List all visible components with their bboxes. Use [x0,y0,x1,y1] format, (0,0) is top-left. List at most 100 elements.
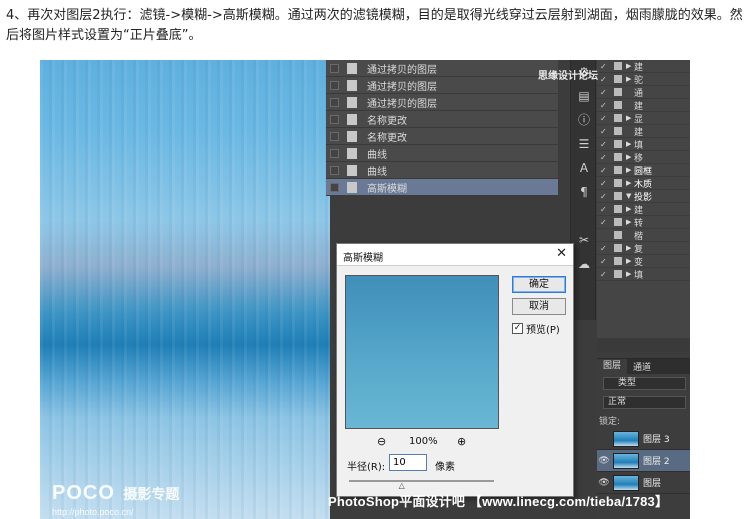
check-icon[interactable]: ✓ [600,257,610,266]
history-item[interactable]: 通过拷贝的图层 [326,60,558,77]
ok-button[interactable]: 确定 [512,276,566,293]
check-icon[interactable]: ✓ [600,244,610,253]
toggle-icon[interactable] [614,62,622,70]
toggle-icon[interactable] [614,127,622,135]
paragraph-icon[interactable]: ¶ [571,180,597,204]
history-checkbox[interactable] [330,165,339,175]
expand-triangle-icon[interactable]: ▶ [626,205,634,213]
history-item-selected[interactable]: 高斯模糊 [326,179,558,196]
toggle-icon[interactable] [614,75,622,83]
tab-channels[interactable]: 通道 [627,360,657,373]
history-checkbox[interactable] [330,97,339,107]
action-row[interactable]: ✓ ▶ 驼 [597,73,690,86]
check-icon[interactable]: ✓ [600,140,610,149]
check-icon[interactable]: ✓ [600,75,610,84]
history-checkbox[interactable] [330,148,339,158]
preview-checkbox[interactable]: ✓ 预览(P) [512,321,560,336]
radius-slider-track[interactable] [349,480,494,482]
toggle-icon[interactable] [614,88,622,96]
blur-preview[interactable] [345,275,499,429]
tools-icon[interactable]: ✂ [571,228,597,252]
action-row[interactable]: ✓ ▶ 复 [597,242,690,255]
action-row[interactable]: ✓ 通 [597,86,690,99]
action-row[interactable]: ✓ ▶ 圆框 [597,164,690,177]
check-icon[interactable]: ✓ [600,218,610,227]
kind-filter-select[interactable]: 类型 [603,377,686,390]
action-row[interactable]: ✓ ▼ 投影 [597,190,690,203]
blend-mode-select[interactable]: 正常 [603,396,686,409]
action-row[interactable]: ✓ ▶ 填 [597,138,690,151]
history-checkbox[interactable] [330,114,339,124]
properties-icon[interactable]: ☰ [571,132,597,156]
action-row[interactable]: 楷 [597,229,690,242]
character-icon[interactable]: A [571,156,597,180]
action-row[interactable]: ✓ ▶ 木质 [597,177,690,190]
toggle-icon[interactable] [614,192,622,200]
toggle-icon[interactable] [614,231,622,239]
layer-row-selected[interactable]: 👁 图层 2 [597,450,690,472]
check-icon[interactable]: ✓ [600,62,610,71]
toggle-icon[interactable] [614,153,622,161]
radius-slider-thumb[interactable]: △ [399,482,408,490]
check-icon[interactable]: ✓ [600,192,610,201]
expand-triangle-icon[interactable]: ▼ [626,192,634,200]
eye-icon[interactable]: 👁 [597,456,611,466]
history-checkbox[interactable] [330,131,339,141]
toggle-icon[interactable] [614,114,622,122]
close-icon[interactable]: ✕ [556,246,567,261]
history-item[interactable]: 通过拷贝的图层 [326,77,558,94]
history-item[interactable]: 曲线 [326,145,558,162]
action-row[interactable]: ✓ ▶ 移 [597,151,690,164]
check-icon[interactable]: ✓ [600,127,610,136]
check-icon[interactable]: ✓ [600,205,610,214]
history-item[interactable]: 名称更改 [326,128,558,145]
check-icon[interactable]: ✓ [600,101,610,110]
action-row[interactable]: ✓ ▶ 建 [597,60,690,73]
cancel-button[interactable]: 取消 [512,298,566,315]
action-row[interactable]: ✓ ▶ 转 [597,216,690,229]
history-checkbox[interactable] [330,182,339,192]
check-icon[interactable]: ✓ [600,153,610,162]
zoom-in-icon[interactable]: ⊕ [457,436,469,448]
expand-triangle-icon[interactable]: ▶ [626,244,634,252]
check-icon[interactable]: ✓ [600,179,610,188]
action-row[interactable]: ✓ ▶ 显 [597,112,690,125]
radius-input[interactable] [389,454,427,471]
expand-triangle-icon[interactable]: ▶ [626,153,634,161]
toggle-icon[interactable] [614,257,622,265]
history-item[interactable]: 通过拷贝的图层 [326,94,558,111]
history-checkbox[interactable] [330,63,339,73]
toggle-icon[interactable] [614,218,622,226]
expand-triangle-icon[interactable]: ▶ [626,140,634,148]
dialog-titlebar[interactable]: 高斯模糊 ✕ [337,244,573,266]
action-row[interactable]: ✓ ▶ 填 [597,268,690,281]
toggle-icon[interactable] [614,244,622,252]
action-row[interactable]: ✓ ▶ 建 [597,203,690,216]
info-icon[interactable]: ⓘ [571,108,597,132]
toggle-icon[interactable] [614,140,622,148]
expand-triangle-icon[interactable]: ▶ [626,218,634,226]
zoom-out-icon[interactable]: ⊖ [377,436,389,448]
toggle-icon[interactable] [614,101,622,109]
history-item[interactable]: 名称更改 [326,111,558,128]
toggle-icon[interactable] [614,205,622,213]
check-icon[interactable]: ✓ [600,114,610,123]
check-icon[interactable]: ✓ [600,88,610,97]
expand-triangle-icon[interactable]: ▶ [626,75,634,83]
eye-icon[interactable]: 👁 [597,478,611,488]
cloud-icon[interactable]: ☁ [571,252,597,276]
action-row[interactable]: ✓ ▶ 变 [597,255,690,268]
toggle-icon[interactable] [614,270,622,278]
check-icon[interactable]: ✓ [600,166,610,175]
expand-triangle-icon[interactable]: ▶ [626,270,634,278]
history-item[interactable]: 曲线 [326,162,558,179]
expand-triangle-icon[interactable]: ▶ [626,114,634,122]
history-checkbox[interactable] [330,80,339,90]
checkbox-mark[interactable]: ✓ [512,323,523,334]
expand-triangle-icon[interactable]: ▶ [626,179,634,187]
expand-triangle-icon[interactable]: ▶ [626,257,634,265]
action-row[interactable]: ✓ 建 [597,99,690,112]
tab-layers[interactable]: 图层 [597,359,628,374]
expand-triangle-icon[interactable]: ▶ [626,166,634,174]
toggle-icon[interactable] [614,166,622,174]
